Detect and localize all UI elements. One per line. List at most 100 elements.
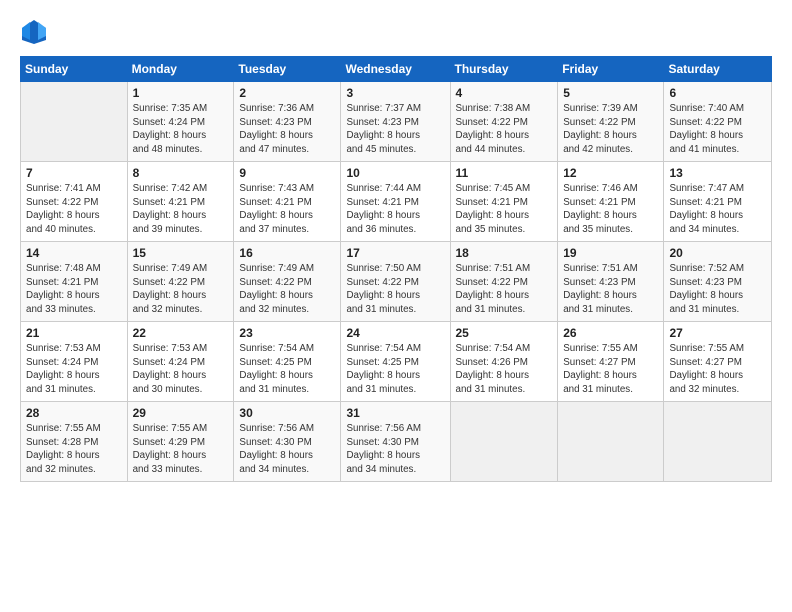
day-number: 4: [456, 86, 553, 100]
calendar-cell: [558, 402, 664, 482]
logo-icon: [20, 18, 48, 46]
day-info: Sunrise: 7:36 AMSunset: 4:23 PMDaylight:…: [239, 102, 335, 157]
calendar-cell: 2 Sunrise: 7:36 AMSunset: 4:23 PMDaylight…: [234, 82, 341, 162]
day-number: 8: [133, 166, 229, 180]
day-info: Sunrise: 7:49 AMSunset: 4:22 PMDaylight:…: [133, 262, 229, 317]
calendar-cell: 19Sunrise: 7:51 AMSunset: 4:23 PMDayligh…: [558, 242, 664, 322]
day-info: Sunrise: 7:54 AMSunset: 4:25 PMDaylight:…: [239, 342, 335, 397]
calendar-cell: 11 Sunrise: 7:45 AMSunset: 4:21 PMDayligh…: [450, 162, 558, 242]
day-number: 22: [133, 326, 229, 340]
day-number: 29: [133, 406, 229, 420]
calendar-cell: [21, 82, 128, 162]
calendar-cell: 12 Sunrise: 7:46 AMSunset: 4:21 PMDayligh…: [558, 162, 664, 242]
calendar-cell: 23 Sunrise: 7:54 AMSunset: 4:25 PMDayligh…: [234, 322, 341, 402]
day-info: Sunrise: 7:55 AMSunset: 4:27 PMDaylight:…: [669, 342, 766, 397]
calendar-cell: 5Sunrise: 7:39 AMSunset: 4:22 PMDaylight…: [558, 82, 664, 162]
weekday-header-monday: Monday: [127, 57, 234, 82]
calendar-cell: 31 Sunrise: 7:56 AMSunset: 4:30 PMDayligh…: [341, 402, 450, 482]
day-info: Sunrise: 7:45 AMSunset: 4:21 PMDaylight:…: [456, 182, 553, 237]
day-number: 9: [239, 166, 335, 180]
calendar-week-1: 7Sunrise: 7:41 AMSunset: 4:22 PMDaylight…: [21, 162, 772, 242]
page: SundayMondayTuesdayWednesdayThursdayFrid…: [0, 0, 792, 612]
calendar-cell: 14 Sunrise: 7:48 AMSunset: 4:21 PMDayligh…: [21, 242, 128, 322]
day-info: Sunrise: 7:37 AMSunset: 4:23 PMDaylight:…: [346, 102, 444, 157]
day-number: 21: [26, 326, 122, 340]
calendar: SundayMondayTuesdayWednesdayThursdayFrid…: [20, 56, 772, 482]
calendar-week-3: 21 Sunrise: 7:53 AMSunset: 4:24 PMDayligh…: [21, 322, 772, 402]
weekday-header-wednesday: Wednesday: [341, 57, 450, 82]
header: [20, 18, 772, 46]
day-info: Sunrise: 7:54 AMSunset: 4:26 PMDaylight:…: [456, 342, 553, 397]
day-number: 19: [563, 246, 658, 260]
weekday-header-friday: Friday: [558, 57, 664, 82]
day-number: 15: [133, 246, 229, 260]
calendar-cell: 28 Sunrise: 7:55 AMSunset: 4:28 PMDayligh…: [21, 402, 128, 482]
calendar-cell: 6 Sunrise: 7:40 AMSunset: 4:22 PMDaylight…: [664, 82, 772, 162]
calendar-cell: 26 Sunrise: 7:55 AMSunset: 4:27 PMDayligh…: [558, 322, 664, 402]
day-info: Sunrise: 7:55 AMSunset: 4:27 PMDaylight:…: [563, 342, 658, 397]
day-info: Sunrise: 7:40 AMSunset: 4:22 PMDaylight:…: [669, 102, 766, 157]
weekday-row: SundayMondayTuesdayWednesdayThursdayFrid…: [21, 57, 772, 82]
day-number: 16: [239, 246, 335, 260]
calendar-week-2: 14 Sunrise: 7:48 AMSunset: 4:21 PMDayligh…: [21, 242, 772, 322]
day-info: Sunrise: 7:55 AMSunset: 4:28 PMDaylight:…: [26, 422, 122, 477]
calendar-cell: 24 Sunrise: 7:54 AMSunset: 4:25 PMDayligh…: [341, 322, 450, 402]
calendar-cell: [664, 402, 772, 482]
calendar-cell: 30 Sunrise: 7:56 AMSunset: 4:30 PMDayligh…: [234, 402, 341, 482]
weekday-header-sunday: Sunday: [21, 57, 128, 82]
calendar-cell: 13Sunrise: 7:47 AMSunset: 4:21 PMDayligh…: [664, 162, 772, 242]
day-number: 26: [563, 326, 658, 340]
calendar-cell: 7Sunrise: 7:41 AMSunset: 4:22 PMDaylight…: [21, 162, 128, 242]
day-number: 5: [563, 86, 658, 100]
calendar-cell: 4 Sunrise: 7:38 AMSunset: 4:22 PMDaylight…: [450, 82, 558, 162]
day-info: Sunrise: 7:53 AMSunset: 4:24 PMDaylight:…: [26, 342, 122, 397]
calendar-cell: 15 Sunrise: 7:49 AMSunset: 4:22 PMDayligh…: [127, 242, 234, 322]
day-info: Sunrise: 7:35 AMSunset: 4:24 PMDaylight:…: [133, 102, 229, 157]
day-number: 3: [346, 86, 444, 100]
day-number: 10: [346, 166, 444, 180]
day-number: 24: [346, 326, 444, 340]
day-number: 30: [239, 406, 335, 420]
day-number: 20: [669, 246, 766, 260]
calendar-cell: 17Sunrise: 7:50 AMSunset: 4:22 PMDayligh…: [341, 242, 450, 322]
day-info: Sunrise: 7:46 AMSunset: 4:21 PMDaylight:…: [563, 182, 658, 237]
day-number: 12: [563, 166, 658, 180]
calendar-cell: 10Sunrise: 7:44 AMSunset: 4:21 PMDayligh…: [341, 162, 450, 242]
day-number: 28: [26, 406, 122, 420]
weekday-header-thursday: Thursday: [450, 57, 558, 82]
logo: [20, 18, 52, 46]
day-number: 2: [239, 86, 335, 100]
calendar-cell: 1 Sunrise: 7:35 AMSunset: 4:24 PMDaylight…: [127, 82, 234, 162]
day-info: Sunrise: 7:56 AMSunset: 4:30 PMDaylight:…: [239, 422, 335, 477]
day-number: 18: [456, 246, 553, 260]
calendar-cell: 8 Sunrise: 7:42 AMSunset: 4:21 PMDaylight…: [127, 162, 234, 242]
day-info: Sunrise: 7:48 AMSunset: 4:21 PMDaylight:…: [26, 262, 122, 317]
calendar-body: 1 Sunrise: 7:35 AMSunset: 4:24 PMDaylight…: [21, 82, 772, 482]
calendar-cell: 25 Sunrise: 7:54 AMSunset: 4:26 PMDayligh…: [450, 322, 558, 402]
day-number: 14: [26, 246, 122, 260]
calendar-cell: 9 Sunrise: 7:43 AMSunset: 4:21 PMDaylight…: [234, 162, 341, 242]
day-info: Sunrise: 7:42 AMSunset: 4:21 PMDaylight:…: [133, 182, 229, 237]
day-number: 11: [456, 166, 553, 180]
weekday-header-tuesday: Tuesday: [234, 57, 341, 82]
day-number: 25: [456, 326, 553, 340]
day-info: Sunrise: 7:38 AMSunset: 4:22 PMDaylight:…: [456, 102, 553, 157]
day-info: Sunrise: 7:56 AMSunset: 4:30 PMDaylight:…: [346, 422, 444, 477]
day-info: Sunrise: 7:53 AMSunset: 4:24 PMDaylight:…: [133, 342, 229, 397]
day-number: 6: [669, 86, 766, 100]
day-info: Sunrise: 7:43 AMSunset: 4:21 PMDaylight:…: [239, 182, 335, 237]
calendar-cell: 27Sunrise: 7:55 AMSunset: 4:27 PMDayligh…: [664, 322, 772, 402]
calendar-cell: 18 Sunrise: 7:51 AMSunset: 4:22 PMDayligh…: [450, 242, 558, 322]
calendar-week-0: 1 Sunrise: 7:35 AMSunset: 4:24 PMDaylight…: [21, 82, 772, 162]
day-info: Sunrise: 7:49 AMSunset: 4:22 PMDaylight:…: [239, 262, 335, 317]
day-number: 23: [239, 326, 335, 340]
calendar-cell: 22 Sunrise: 7:53 AMSunset: 4:24 PMDayligh…: [127, 322, 234, 402]
calendar-cell: 21 Sunrise: 7:53 AMSunset: 4:24 PMDayligh…: [21, 322, 128, 402]
day-info: Sunrise: 7:51 AMSunset: 4:22 PMDaylight:…: [456, 262, 553, 317]
calendar-cell: 3 Sunrise: 7:37 AMSunset: 4:23 PMDaylight…: [341, 82, 450, 162]
day-number: 1: [133, 86, 229, 100]
day-info: Sunrise: 7:41 AMSunset: 4:22 PMDaylight:…: [26, 182, 122, 237]
calendar-cell: 20Sunrise: 7:52 AMSunset: 4:23 PMDayligh…: [664, 242, 772, 322]
day-number: 31: [346, 406, 444, 420]
day-info: Sunrise: 7:54 AMSunset: 4:25 PMDaylight:…: [346, 342, 444, 397]
